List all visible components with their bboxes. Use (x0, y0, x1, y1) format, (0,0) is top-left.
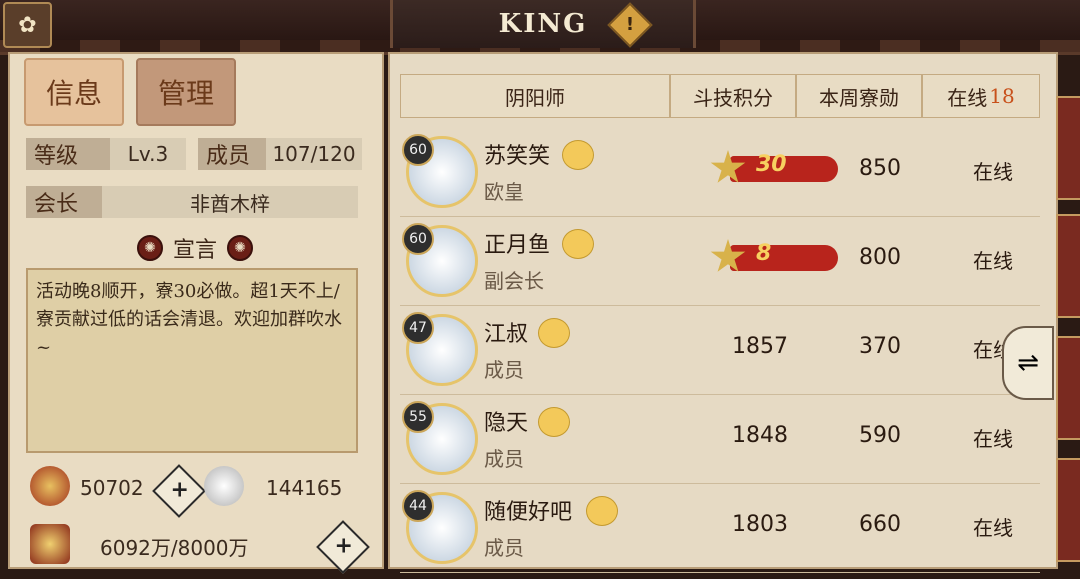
level-badge: 55 (402, 401, 434, 433)
online-label: 在线 (947, 85, 988, 110)
weekly-value: 370 (859, 334, 901, 359)
status-value: 在线 (973, 427, 1013, 451)
swirl-icon: ✺ (227, 235, 253, 261)
chick-icon (562, 229, 594, 259)
manifesto-title: 宣言 (172, 238, 217, 263)
col-online-header[interactable]: 在线 18 (922, 74, 1040, 118)
swirl-icon: ✺ (136, 235, 163, 261)
weekly-value: 660 (859, 512, 901, 537)
leader-value: 非酋木梓 (102, 186, 358, 218)
chick-icon (538, 407, 570, 437)
members-label: 成员 (198, 138, 274, 170)
guild-emblem-icon[interactable]: ✿ (3, 2, 52, 48)
member-role: 成员 (484, 536, 524, 560)
status-value: 在线 (973, 249, 1013, 273)
member-name: 随便好吧 (484, 500, 573, 525)
chick-icon (562, 140, 594, 170)
material-icon (204, 466, 244, 506)
weekly-value: 590 (859, 423, 901, 448)
level-badge: 60 (402, 134, 434, 166)
level-badge: 44 (402, 490, 434, 522)
add-funds-button[interactable]: + (316, 520, 370, 574)
funds-value: 6092万/8000万 (100, 536, 249, 560)
coin-icon (30, 466, 70, 506)
coins-value: 50702 (80, 476, 144, 500)
add-coins-button[interactable]: + (152, 464, 206, 518)
materials-value: 144165 (266, 476, 343, 500)
fund-icon (30, 524, 70, 564)
guild-info-panel: 信息 管理 等级 Lv.3 成员 107/120 会长 非酋木梓 ✺ 宣言 ✺ … (8, 52, 384, 574)
plus-icon: + (334, 533, 353, 559)
chick-icon (586, 496, 618, 526)
member-name: 正月鱼 (484, 233, 551, 258)
score-value: 1803 (732, 512, 788, 537)
table-row[interactable]: 55 隐天成员 1848 590 在线 (400, 397, 1040, 484)
tab-manage[interactable]: 管理 (136, 58, 236, 126)
score-value: 1857 (732, 334, 788, 359)
weekly-value: 800 (859, 245, 901, 270)
side-tab-2[interactable] (1056, 214, 1080, 318)
chick-icon (538, 318, 570, 348)
weekly-value: 850 (859, 156, 901, 181)
online-count: 18 (989, 84, 1015, 108)
status-value: 在线 (973, 516, 1013, 540)
score-value: 1848 (732, 423, 788, 448)
level-badge: 47 (402, 312, 434, 344)
member-name: 隐天 (484, 411, 529, 436)
table-row[interactable]: 60 正月鱼副会长 8 800 在线 (400, 219, 1040, 306)
tab-info[interactable]: 信息 (24, 58, 124, 126)
guild-title: KING (498, 9, 588, 39)
table-header: 阴阳师 斗技积分 本周寮勋 在线 18 (400, 74, 1040, 118)
member-role: 欧皇 (484, 180, 524, 204)
level-value: Lv.3 (110, 138, 186, 170)
rank-value: 8 (756, 241, 772, 266)
member-name: 江叔 (484, 322, 529, 347)
plus-icon: + (170, 477, 189, 503)
manifesto-heading: ✺ 宣言 ✺ (110, 230, 280, 266)
member-role: 副会长 (484, 269, 544, 293)
table-row[interactable]: 44 随便好吧成员 1803 660 在线 (400, 486, 1040, 573)
rank-value: 30 (756, 152, 787, 177)
leader-label: 会长 (26, 186, 102, 218)
col-name-header[interactable]: 阴阳师 (400, 74, 670, 118)
side-tab-3[interactable] (1056, 336, 1080, 440)
col-weekly-header[interactable]: 本周寮勋 (796, 74, 922, 118)
table-row[interactable]: 47 江叔 成员 1857 370 在线 (400, 308, 1040, 395)
member-role: 成员 (484, 358, 524, 382)
member-name: 苏笑笑 (484, 144, 551, 169)
side-tab-1[interactable] (1056, 96, 1080, 200)
member-list-panel: 阴阳师 斗技积分 本周寮勋 在线 18 60 苏笑笑欧皇 30 850 在线 60 正月鱼副… (388, 52, 1058, 573)
table-row[interactable]: 60 苏笑笑欧皇 30 850 在线 (400, 130, 1040, 217)
col-score-header[interactable]: 斗技积分 (670, 74, 796, 118)
level-label: 等级 (26, 138, 118, 170)
members-value: 107/120 (266, 138, 362, 170)
status-value: 在线 (973, 160, 1013, 184)
level-badge: 60 (402, 223, 434, 255)
side-tab-4[interactable] (1056, 458, 1080, 562)
swap-icon[interactable]: ⇌ (1002, 326, 1054, 400)
member-role: 成员 (484, 447, 524, 471)
manifesto-text: 活动晚8顺开，寮30必做。超1天不上/寮贡献过低的话会清退。欢迎加群吹水~ (26, 268, 358, 453)
